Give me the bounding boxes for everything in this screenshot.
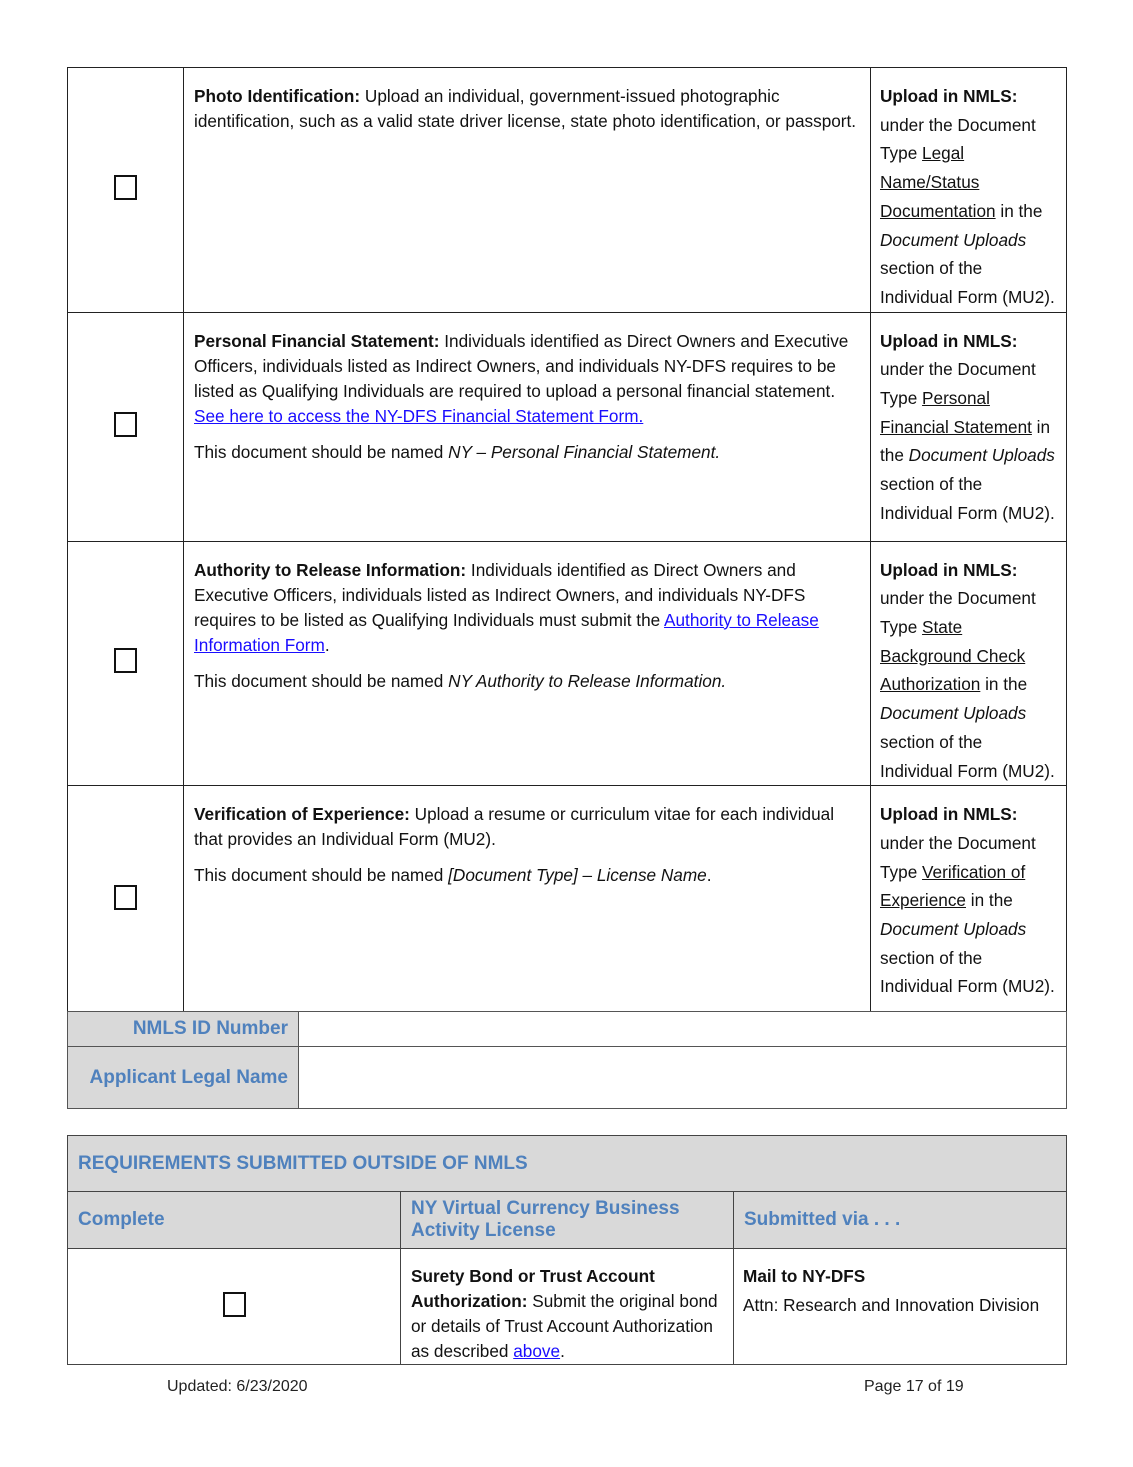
naming-paragraph: This document should be named [Document … — [194, 863, 860, 888]
table-row: Surety Bond or Trust Account Authorizati… — [67, 1248, 1067, 1365]
nmls-id-label: NMLS ID Number — [67, 1011, 299, 1047]
table-row: Authority to Release Information: Indivi… — [67, 540, 1067, 787]
requirement-description: Surety Bond or Trust Account Authorizati… — [400, 1248, 734, 1365]
checkbox-personal-financial-statement[interactable] — [114, 411, 137, 437]
applicant-info-table: NMLS ID Number Applicant Legal Name — [67, 1011, 1067, 1109]
nmls-upload-requirements-table: Photo Identification: Upload an individu… — [67, 67, 1067, 1016]
upload-text: in the — [980, 674, 1028, 695]
upload-instructions: Upload in NMLS: under the Document Type … — [870, 540, 1067, 787]
above-link[interactable]: above — [513, 1341, 560, 1361]
naming-text: . — [706, 865, 712, 886]
applicant-legal-name-label: Applicant Legal Name — [67, 1046, 299, 1109]
submission-method-detail: Attn: Research and Innovation Division — [743, 1294, 1040, 1315]
complete-cell — [67, 540, 184, 787]
section-name: Document Uploads — [880, 229, 1027, 250]
upload-lead: Upload in NMLS: — [880, 330, 1018, 351]
naming-paragraph: This document should be named NY – Perso… — [194, 440, 860, 465]
table-row: Verification of Experience: Upload a res… — [67, 785, 1067, 1016]
upload-text: in the — [995, 200, 1043, 221]
document-name: NY – Personal Financial Statement. — [448, 441, 721, 462]
nmls-id-field[interactable] — [298, 1011, 1067, 1047]
requirement-title: Personal Financial Statement: — [194, 330, 440, 351]
table-row: Complete NY Virtual Currency Business Ac… — [67, 1191, 1067, 1249]
financial-statement-form-link[interactable]: See here to access the NY-DFS Financial … — [194, 406, 643, 426]
requirement-paragraph: Verification of Experience: Upload a res… — [194, 802, 860, 852]
table-row: Personal Financial Statement: Individual… — [67, 311, 1067, 542]
requirement-text: . — [560, 1341, 565, 1361]
upload-instructions: Upload in NMLS: under the Document Type … — [870, 785, 1067, 1016]
section-name: Document Uploads — [880, 919, 1027, 940]
checkbox-verification-of-experience[interactable] — [114, 885, 137, 911]
upload-instructions: Upload in NMLS: under the Document Type … — [870, 311, 1067, 542]
section-name: Document Uploads — [908, 445, 1055, 466]
requirement-description: Photo Identification: Upload an individu… — [183, 67, 871, 313]
naming-text: This document should be named — [194, 865, 449, 886]
upload-text: in the — [966, 890, 1013, 911]
column-header-submitted-via: Submitted via . . . — [733, 1191, 1067, 1249]
requirement-description: Personal Financial Statement: Individual… — [183, 311, 871, 542]
upload-text: section of the Individual Form (MU2). — [880, 731, 1055, 781]
submission-method-title: Mail to NY-DFS — [743, 1266, 866, 1286]
table-row: REQUIREMENTS SUBMITTED OUTSIDE OF NMLS — [67, 1135, 1067, 1192]
complete-cell — [67, 1248, 401, 1365]
upload-lead: Upload in NMLS: — [880, 559, 1018, 580]
applicant-legal-name-field[interactable] — [298, 1046, 1067, 1109]
upload-lead: Upload in NMLS: — [880, 804, 1018, 825]
updated-date: Updated: 6/23/2020 — [167, 1378, 308, 1395]
naming-text: This document should be named — [194, 441, 449, 462]
requirement-paragraph: Authority to Release Information: Indivi… — [194, 558, 860, 658]
column-header-complete: Complete — [67, 1191, 401, 1249]
requirement-title: Verification of Experience: — [194, 804, 410, 825]
checkbox-authority-to-release[interactable] — [114, 648, 137, 674]
section-title: REQUIREMENTS SUBMITTED OUTSIDE OF NMLS — [67, 1135, 1067, 1192]
table-row: Applicant Legal Name — [67, 1046, 1067, 1109]
column-header-license: NY Virtual Currency Business Activity Li… — [400, 1191, 734, 1249]
submission-method: Mail to NY-DFS Attn: Research and Innovat… — [733, 1248, 1067, 1365]
requirement-paragraph: Personal Financial Statement: Individual… — [194, 329, 860, 429]
requirement-title: Photo Identification: — [194, 86, 361, 106]
outside-nmls-requirements-table: REQUIREMENTS SUBMITTED OUTSIDE OF NMLS C… — [67, 1135, 1067, 1365]
complete-cell — [67, 785, 184, 1016]
section-name: Document Uploads — [880, 703, 1027, 724]
upload-lead: Upload in NMLS: — [880, 86, 1018, 106]
upload-text: section of the Individual Form (MU2). — [880, 474, 1055, 523]
upload-text: section of the Individual Form (MU2). — [880, 947, 1055, 997]
requirement-description: Authority to Release Information: Indivi… — [183, 540, 871, 787]
checkbox-surety-bond[interactable] — [222, 1291, 246, 1317]
naming-text: This document should be named — [194, 670, 449, 691]
table-row: Photo Identification: Upload an individu… — [67, 67, 1067, 313]
complete-cell — [67, 311, 184, 542]
document-name: [Document Type] – License Name — [448, 865, 707, 886]
requirement-title: Authority to Release Information: — [194, 559, 467, 580]
page-number: Page 17 of 19 — [864, 1378, 964, 1395]
requirement-text: . — [324, 634, 330, 655]
upload-instructions: Upload in NMLS: under the Document Type … — [870, 67, 1067, 313]
upload-text: section of the Individual Form (MU2). — [880, 258, 1055, 307]
checkbox-photo-identification[interactable] — [114, 174, 137, 200]
complete-cell — [67, 67, 184, 313]
table-row: NMLS ID Number — [67, 1011, 1067, 1047]
document-name: NY Authority to Release Information. — [448, 670, 727, 691]
requirement-description: Verification of Experience: Upload a res… — [183, 785, 871, 1016]
naming-paragraph: This document should be named NY Authori… — [194, 669, 860, 694]
